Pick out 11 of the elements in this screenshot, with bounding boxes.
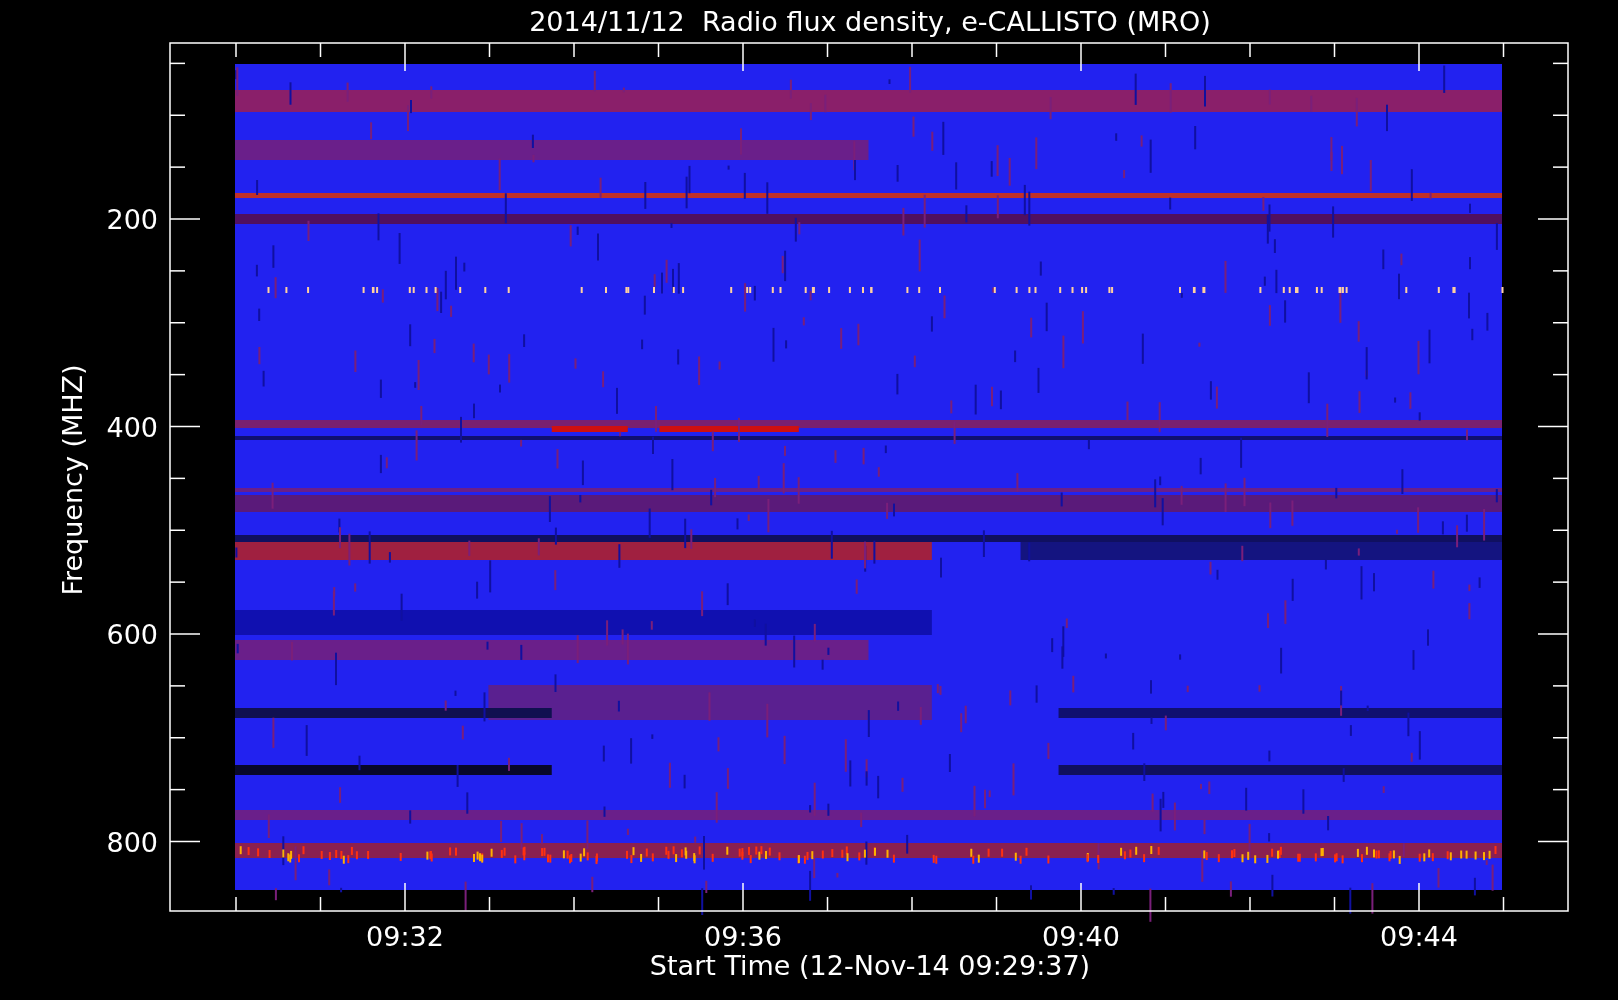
y-tick-label: 400 [106,411,158,443]
x-tick-label: 09:36 [704,921,782,952]
y-tick-label: 800 [106,826,158,858]
x-axis-label: Start Time (12-Nov-14 09:29:37) [649,950,1091,981]
y-tick-label: 200 [106,204,158,235]
x-tick-label: 09:44 [1380,921,1458,952]
x-tick-label: 09:40 [1042,921,1120,952]
chart-title: 2014/11/12 Radio flux density, e-CALLISTO (MRO) [529,6,1211,37]
y-axis-label: Frequency (MHZ) [57,364,88,596]
x-tick-label: 09:32 [366,921,444,952]
y-tick-label: 600 [106,619,158,650]
